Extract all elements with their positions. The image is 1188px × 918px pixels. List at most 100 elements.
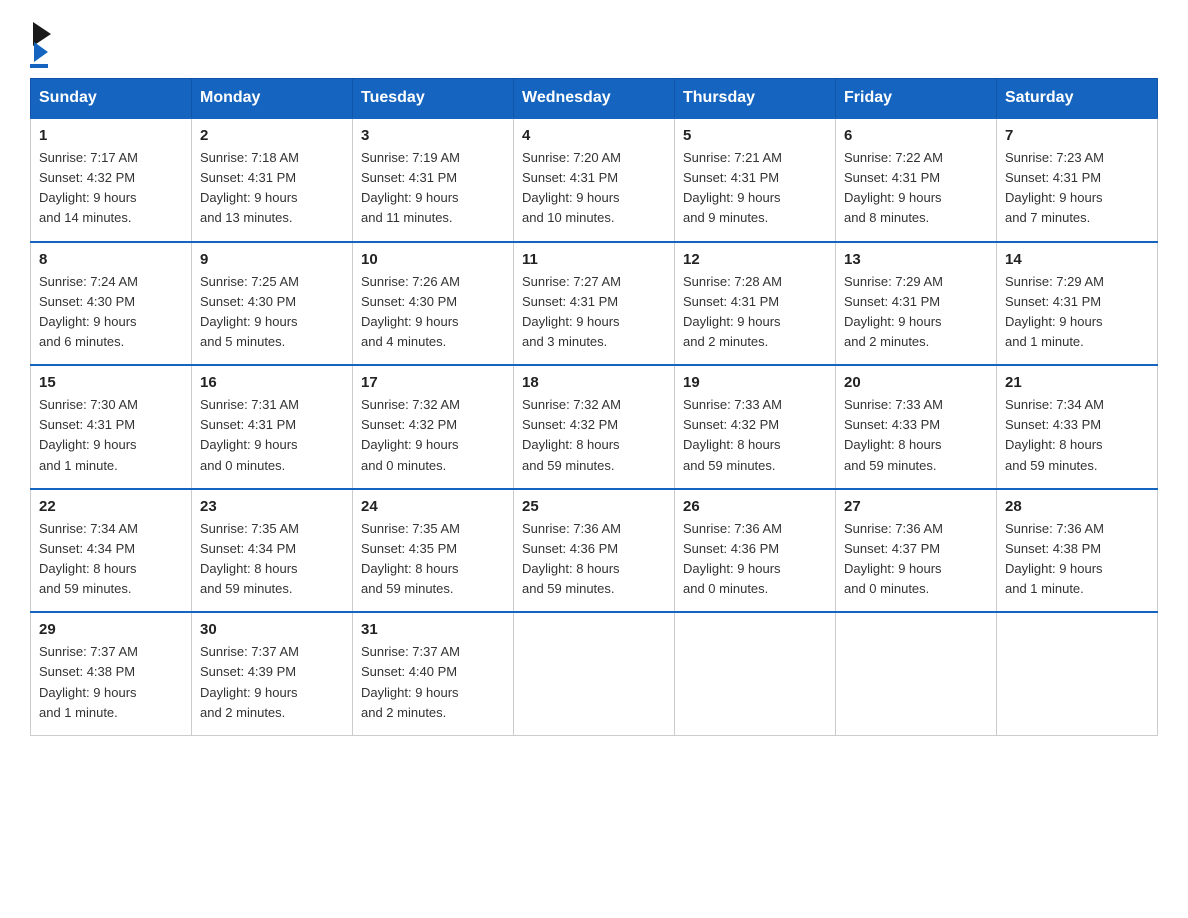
day-info: Sunrise: 7:29 AM Sunset: 4:31 PM Dayligh… (844, 272, 988, 353)
day-info: Sunrise: 7:22 AM Sunset: 4:31 PM Dayligh… (844, 148, 988, 229)
day-number: 19 (683, 374, 827, 391)
day-cell (675, 612, 836, 735)
header-row: SundayMondayTuesdayWednesdayThursdayFrid… (31, 79, 1158, 119)
day-cell: 27Sunrise: 7:36 AM Sunset: 4:37 PM Dayli… (836, 489, 997, 613)
header-cell-tuesday: Tuesday (353, 79, 514, 119)
day-info: Sunrise: 7:36 AM Sunset: 4:37 PM Dayligh… (844, 519, 988, 600)
day-number: 20 (844, 374, 988, 391)
day-number: 23 (200, 498, 344, 515)
day-info: Sunrise: 7:33 AM Sunset: 4:32 PM Dayligh… (683, 395, 827, 476)
day-info: Sunrise: 7:17 AM Sunset: 4:32 PM Dayligh… (39, 148, 183, 229)
day-info: Sunrise: 7:18 AM Sunset: 4:31 PM Dayligh… (200, 148, 344, 229)
day-info: Sunrise: 7:36 AM Sunset: 4:36 PM Dayligh… (522, 519, 666, 600)
day-cell: 2 Sunrise: 7:18 AM Sunset: 4:31 PM Daylig… (192, 118, 353, 242)
day-cell: 25 Sunrise: 7:36 AM Sunset: 4:36 PM Dayli… (514, 489, 675, 613)
day-number: 22 (39, 498, 183, 515)
day-number: 24 (361, 498, 505, 515)
header-cell-monday: Monday (192, 79, 353, 119)
day-cell: 7 Sunrise: 7:23 AM Sunset: 4:31 PM Daylig… (997, 118, 1158, 242)
day-info: Sunrise: 7:35 AM Sunset: 4:34 PM Dayligh… (200, 519, 344, 600)
day-info: Sunrise: 7:20 AM Sunset: 4:31 PM Dayligh… (522, 148, 666, 229)
day-number: 31 (361, 621, 505, 638)
day-number: 14 (1005, 251, 1149, 268)
week-row-3: 15 Sunrise: 7:30 AM Sunset: 4:31 PM Dayli… (31, 365, 1158, 489)
day-number: 2 (200, 127, 344, 144)
day-number: 13 (844, 251, 988, 268)
day-info: Sunrise: 7:25 AM Sunset: 4:30 PM Dayligh… (200, 272, 344, 353)
day-cell: 16 Sunrise: 7:31 AM Sunset: 4:31 PM Dayli… (192, 365, 353, 489)
day-info: Sunrise: 7:36 AM Sunset: 4:36 PM Dayligh… (683, 519, 827, 600)
day-cell: 11 Sunrise: 7:27 AM Sunset: 4:31 PM Dayli… (514, 242, 675, 366)
day-cell: 22 Sunrise: 7:34 AM Sunset: 4:34 PM Dayli… (31, 489, 192, 613)
day-info: Sunrise: 7:34 AM Sunset: 4:34 PM Dayligh… (39, 519, 183, 600)
day-number: 25 (522, 498, 666, 515)
week-row-2: 8 Sunrise: 7:24 AM Sunset: 4:30 PM Daylig… (31, 242, 1158, 366)
day-number: 7 (1005, 127, 1149, 144)
day-info: Sunrise: 7:27 AM Sunset: 4:31 PM Dayligh… (522, 272, 666, 353)
day-cell: 5 Sunrise: 7:21 AM Sunset: 4:31 PM Daylig… (675, 118, 836, 242)
day-number: 8 (39, 251, 183, 268)
day-number: 18 (522, 374, 666, 391)
day-number: 1 (39, 127, 183, 144)
day-info: Sunrise: 7:30 AM Sunset: 4:31 PM Dayligh… (39, 395, 183, 476)
day-number: 12 (683, 251, 827, 268)
week-row-4: 22 Sunrise: 7:34 AM Sunset: 4:34 PM Dayli… (31, 489, 1158, 613)
day-info: Sunrise: 7:37 AM Sunset: 4:40 PM Dayligh… (361, 642, 505, 723)
day-cell: 28 Sunrise: 7:36 AM Sunset: 4:38 PM Dayli… (997, 489, 1158, 613)
day-number: 28 (1005, 498, 1149, 515)
day-cell: 18 Sunrise: 7:32 AM Sunset: 4:32 PM Dayli… (514, 365, 675, 489)
day-cell: 26 Sunrise: 7:36 AM Sunset: 4:36 PM Dayli… (675, 489, 836, 613)
day-number: 5 (683, 127, 827, 144)
day-info: Sunrise: 7:35 AM Sunset: 4:35 PM Dayligh… (361, 519, 505, 600)
day-cell: 23 Sunrise: 7:35 AM Sunset: 4:34 PM Dayli… (192, 489, 353, 613)
day-number: 21 (1005, 374, 1149, 391)
day-info: Sunrise: 7:32 AM Sunset: 4:32 PM Dayligh… (361, 395, 505, 476)
header-cell-saturday: Saturday (997, 79, 1158, 119)
page-header (30, 20, 1158, 68)
calendar-table: SundayMondayTuesdayWednesdayThursdayFrid… (30, 78, 1158, 736)
day-info: Sunrise: 7:31 AM Sunset: 4:31 PM Dayligh… (200, 395, 344, 476)
day-cell: 8 Sunrise: 7:24 AM Sunset: 4:30 PM Daylig… (31, 242, 192, 366)
day-cell: 6 Sunrise: 7:22 AM Sunset: 4:31 PM Daylig… (836, 118, 997, 242)
day-number: 11 (522, 251, 666, 268)
day-cell: 29 Sunrise: 7:37 AM Sunset: 4:38 PM Dayli… (31, 612, 192, 735)
day-cell: 17Sunrise: 7:32 AM Sunset: 4:32 PM Dayli… (353, 365, 514, 489)
header-cell-wednesday: Wednesday (514, 79, 675, 119)
day-info: Sunrise: 7:24 AM Sunset: 4:30 PM Dayligh… (39, 272, 183, 353)
header-cell-sunday: Sunday (31, 79, 192, 119)
logo-blue-triangle-icon (34, 42, 48, 62)
day-cell: 13 Sunrise: 7:29 AM Sunset: 4:31 PM Dayli… (836, 242, 997, 366)
day-info: Sunrise: 7:21 AM Sunset: 4:31 PM Dayligh… (683, 148, 827, 229)
day-number: 16 (200, 374, 344, 391)
day-number: 15 (39, 374, 183, 391)
day-cell: 1 Sunrise: 7:17 AM Sunset: 4:32 PM Daylig… (31, 118, 192, 242)
day-cell: 4Sunrise: 7:20 AM Sunset: 4:31 PM Daylig… (514, 118, 675, 242)
day-info: Sunrise: 7:29 AM Sunset: 4:31 PM Dayligh… (1005, 272, 1149, 353)
day-info: Sunrise: 7:37 AM Sunset: 4:38 PM Dayligh… (39, 642, 183, 723)
logo (30, 20, 51, 68)
day-info: Sunrise: 7:23 AM Sunset: 4:31 PM Dayligh… (1005, 148, 1149, 229)
day-info: Sunrise: 7:32 AM Sunset: 4:32 PM Dayligh… (522, 395, 666, 476)
day-cell: 15 Sunrise: 7:30 AM Sunset: 4:31 PM Dayli… (31, 365, 192, 489)
header-cell-friday: Friday (836, 79, 997, 119)
day-number: 9 (200, 251, 344, 268)
day-number: 6 (844, 127, 988, 144)
day-cell (997, 612, 1158, 735)
day-cell: 10Sunrise: 7:26 AM Sunset: 4:30 PM Dayli… (353, 242, 514, 366)
day-cell: 3 Sunrise: 7:19 AM Sunset: 4:31 PM Daylig… (353, 118, 514, 242)
day-info: Sunrise: 7:34 AM Sunset: 4:33 PM Dayligh… (1005, 395, 1149, 476)
day-cell (514, 612, 675, 735)
day-info: Sunrise: 7:37 AM Sunset: 4:39 PM Dayligh… (200, 642, 344, 723)
logo-underline (30, 64, 48, 68)
day-info: Sunrise: 7:33 AM Sunset: 4:33 PM Dayligh… (844, 395, 988, 476)
day-info: Sunrise: 7:36 AM Sunset: 4:38 PM Dayligh… (1005, 519, 1149, 600)
day-cell: 9 Sunrise: 7:25 AM Sunset: 4:30 PM Daylig… (192, 242, 353, 366)
day-cell: 30 Sunrise: 7:37 AM Sunset: 4:39 PM Dayli… (192, 612, 353, 735)
day-number: 26 (683, 498, 827, 515)
day-cell: 21 Sunrise: 7:34 AM Sunset: 4:33 PM Dayli… (997, 365, 1158, 489)
logo-blue-text (30, 46, 48, 62)
day-number: 29 (39, 621, 183, 638)
day-info: Sunrise: 7:19 AM Sunset: 4:31 PM Dayligh… (361, 148, 505, 229)
day-number: 30 (200, 621, 344, 638)
day-number: 3 (361, 127, 505, 144)
